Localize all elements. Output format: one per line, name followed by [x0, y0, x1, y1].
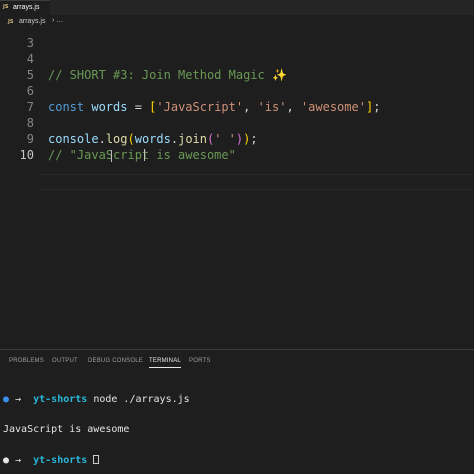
- breadcrumb-file[interactable]: arrays.js: [19, 18, 45, 25]
- tab-ports[interactable]: PORTS: [189, 358, 211, 364]
- sparkles-icon: ✨: [271, 68, 287, 82]
- keyword: const: [48, 100, 85, 114]
- string: 'is': [257, 100, 287, 114]
- punctuation: .: [98, 132, 106, 146]
- breadcrumb: JS arrays.js › …: [0, 15, 474, 29]
- operator: =: [127, 100, 150, 114]
- prompt-arrow: →: [9, 394, 28, 405]
- terminal-line: ● → yt-shorts node ./arrays.js: [3, 395, 190, 405]
- object: console: [48, 132, 99, 146]
- punctuation: ,: [286, 100, 301, 114]
- line-number: 5: [26, 68, 34, 82]
- terminal-command: node ./arrays.js: [87, 394, 190, 405]
- tab-filename: arrays.js: [13, 4, 40, 11]
- code-line: 3: [0, 35, 474, 51]
- line-number: 6: [26, 84, 34, 98]
- line-number: 9: [26, 132, 34, 146]
- text-cursor: [144, 149, 145, 161]
- comment-text: // SHORT #3: Join Method Magic: [48, 68, 272, 82]
- javascript-file-icon: JS: [8, 19, 14, 25]
- variable: words: [134, 132, 171, 146]
- terminal-output: JavaScript is awesome: [3, 424, 130, 435]
- punctuation: ,: [243, 100, 258, 114]
- code-line: 4: [0, 51, 474, 67]
- code-line: 7 const words = ['JavaScript', 'is', 'aw…: [0, 99, 474, 115]
- line-number: 10: [19, 148, 34, 162]
- semicolon: ;: [373, 100, 381, 114]
- prompt-directory: yt-shorts: [27, 455, 88, 466]
- terminal[interactable]: ● → yt-shorts node ./arrays.js JavaScrip…: [3, 375, 190, 474]
- code-content: // SHORT #3: Join Method Magic ✨: [48, 67, 287, 83]
- variable: words: [91, 100, 128, 114]
- bracket: (: [127, 132, 135, 146]
- code-content: console.log(words.join(' '));: [48, 131, 258, 147]
- line-number: 3: [26, 36, 34, 50]
- editor-tab-bar: JS arrays.js: [0, 0, 474, 15]
- tab-problems[interactable]: PROBLEMS: [9, 358, 44, 364]
- mouse-ibeam-cursor-icon: [110, 150, 114, 162]
- code-content: // "JavaScript is awesome": [48, 147, 236, 163]
- code-content: const words = ['JavaScript', 'is', 'awes…: [48, 99, 380, 115]
- tab-debug-console[interactable]: DEBUG CONSOLE: [88, 358, 143, 364]
- string: 'awesome': [300, 100, 366, 114]
- breadcrumb-separator: › …: [52, 17, 64, 24]
- string: 'JavaScript': [156, 100, 244, 114]
- code-editor[interactable]: 3 4 5 // SHORT #3: Join Method Magic ✨ 6…: [0, 29, 474, 349]
- code-line: 8: [0, 115, 474, 131]
- code-line: 10 // "JavaScript is awesome": [0, 147, 474, 163]
- comment-text: // "JavaScript is awesome": [48, 148, 236, 162]
- bottom-panel: PROBLEMS OUTPUT DEBUG CONSOLE TERMINAL P…: [0, 349, 474, 474]
- terminal-line: ● → yt-shorts: [3, 455, 190, 466]
- function: log: [105, 132, 128, 146]
- line-number: 4: [26, 52, 34, 66]
- code-line: 5 // SHORT #3: Join Method Magic ✨: [0, 67, 474, 83]
- punctuation: .: [170, 132, 179, 146]
- terminal-line: JavaScript is awesome: [3, 425, 190, 435]
- string: ' ': [214, 132, 236, 146]
- prompt-directory: yt-shorts: [27, 394, 88, 405]
- tab-output[interactable]: OUTPUT: [52, 358, 78, 364]
- line-number: 8: [26, 116, 34, 130]
- tab-terminal[interactable]: TERMINAL: [149, 358, 181, 368]
- line-number: 7: [26, 100, 34, 114]
- javascript-file-icon: JS: [3, 4, 9, 10]
- panel-tab-bar: PROBLEMS OUTPUT DEBUG CONSOLE TERMINAL P…: [0, 350, 474, 372]
- current-line-highlight: [40, 174, 474, 190]
- tab-arrays-js[interactable]: JS arrays.js: [0, 0, 50, 15]
- terminal-cursor: [93, 455, 100, 464]
- prompt-arrow: →: [9, 455, 28, 466]
- code-line: 9 console.log(words.join(' '));: [0, 131, 474, 147]
- function: join: [178, 132, 207, 146]
- semicolon: ;: [250, 132, 258, 146]
- code-line: 6: [0, 83, 474, 99]
